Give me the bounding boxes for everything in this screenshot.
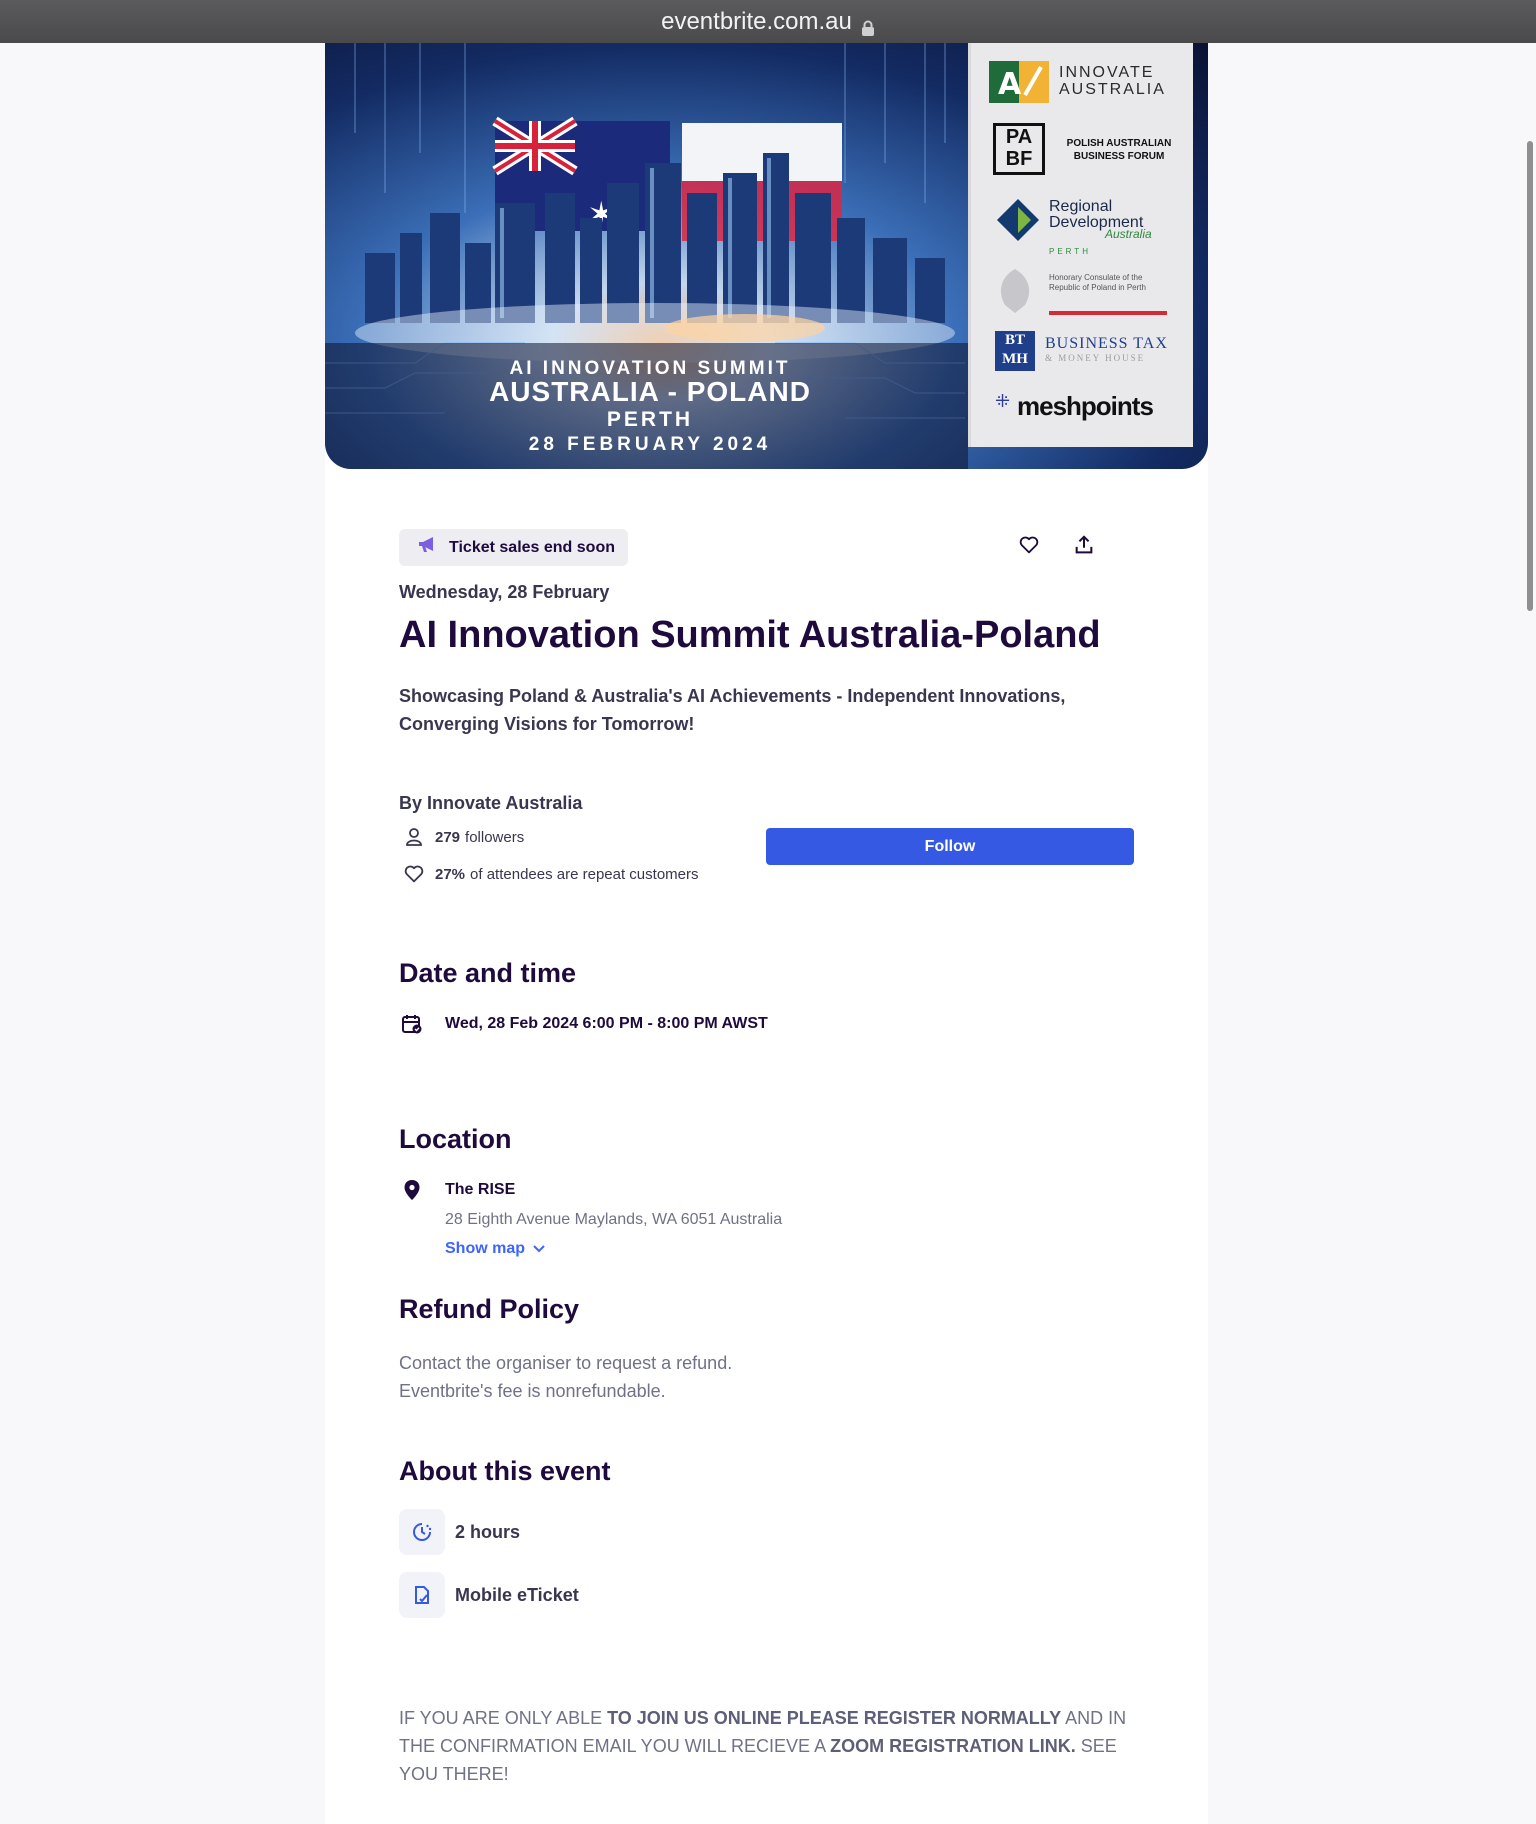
page-scrollbar[interactable] [1524,43,1536,1824]
followers-stat: 279 followers [399,826,524,848]
calendar-icon [399,1011,425,1037]
pabf-logo: PA BF POLISH AUSTRALIAN BUSINESS FORUM [971,123,1193,179]
regional-development-logo: Regional Development Australia PERTH [971,193,1193,263]
organizer-name[interactable]: By Innovate Australia [399,793,582,814]
followers-count: 279 [435,828,461,846]
follow-button[interactable]: Follow [766,828,1134,865]
browser-url-bar[interactable]: eventbrite.com.au [0,0,1536,43]
duration-label: 2 hours [455,1521,521,1542]
lock-icon [861,15,875,36]
date-time-row: Wed, 28 Feb 2024 6:00 PM - 8:00 PM AWST [399,1011,768,1037]
event-hero-image: ✶ AI INNOVATION SUMMIT AUSTRALIA - POLAN… [325,43,1208,469]
followers-label: followers [465,828,525,846]
sponsor-logos-panel: A INNOVATE AUSTRALIA PA BF POLISH AUSTRA… [968,43,1193,447]
date-time-heading: Date and time [399,958,577,988]
event-date-short: Wednesday, 28 February [399,582,610,602]
url-text: eventbrite.com.au [661,7,852,35]
location-heading: Location [399,1124,512,1154]
eticket-label: Mobile eTicket [455,1584,579,1605]
online-registration-note: IF YOU ARE ONLY ABLE TO JOIN US ONLINE P… [399,1708,1127,1784]
date-time-value: Wed, 28 Feb 2024 6:00 PM - 8:00 PM AWST [445,1015,768,1032]
meshpoints-logo: ⁜ meshpoints [995,391,1154,421]
event-summary: Showcasing Poland & Australia's AI Achie… [399,686,1066,734]
ticket-sales-urgency-badge: Ticket sales end soon [399,529,628,566]
refund-line-1: Contact the organiser to request a refun… [399,1353,733,1373]
repeat-customers-stat: 27% of attendees are repeat customers [399,863,699,885]
show-map-label: Show map [445,1240,526,1257]
honorary-consulate-logo: Honorary Consulate of the Republic of Po… [971,265,1193,325]
about-heading: About this event [399,1456,611,1486]
heart-outline-icon [401,863,427,885]
refund-policy-heading: Refund Policy [399,1294,580,1324]
share-icon [1075,535,1093,554]
refund-policy-text: Contact the organiser to request a refun… [399,1349,732,1405]
duration-feature: 2 hours [399,1509,520,1555]
show-map-link[interactable]: Show map [445,1240,545,1258]
urgency-label: Ticket sales end soon [449,538,615,556]
refund-line-2: Eventbrite's fee is nonrefundable. [399,1381,666,1401]
share-button[interactable] [1070,531,1098,559]
person-icon [401,826,427,848]
repeat-percent: 27% [435,865,466,883]
hero-line-city: PERTH [606,408,694,431]
like-button[interactable] [1015,531,1043,559]
clock-icon [399,1509,445,1555]
map-pin-icon [399,1177,425,1203]
chevron-down-icon [533,1240,545,1258]
heart-icon [1019,536,1039,554]
hero-line-countries: AUSTRALIA - POLAND [489,376,811,407]
mobile-ticket-icon [399,1572,445,1618]
svg-text:A: A [998,67,1022,102]
repeat-label: of attendees are repeat customers [470,865,699,883]
eticket-feature: Mobile eTicket [399,1572,579,1618]
event-title: AI Innovation Summit Australia-Poland [399,614,1101,656]
megaphone-icon [417,536,437,559]
venue-row: The RISE [399,1177,515,1203]
venue-address: 28 Eighth Avenue Maylands, WA 6051 Austr… [445,1211,783,1228]
hero-line-date: 28 FEBRUARY 2024 [528,434,772,455]
venue-name: The RISE [445,1181,516,1198]
business-tax-money-house-logo: BT MH BUSINESS TAX & MONEY HOUSE [971,331,1193,375]
scrollbar-thumb[interactable] [1527,141,1533,611]
innovate-australia-logo: A INNOVATE AUSTRALIA [971,61,1193,105]
